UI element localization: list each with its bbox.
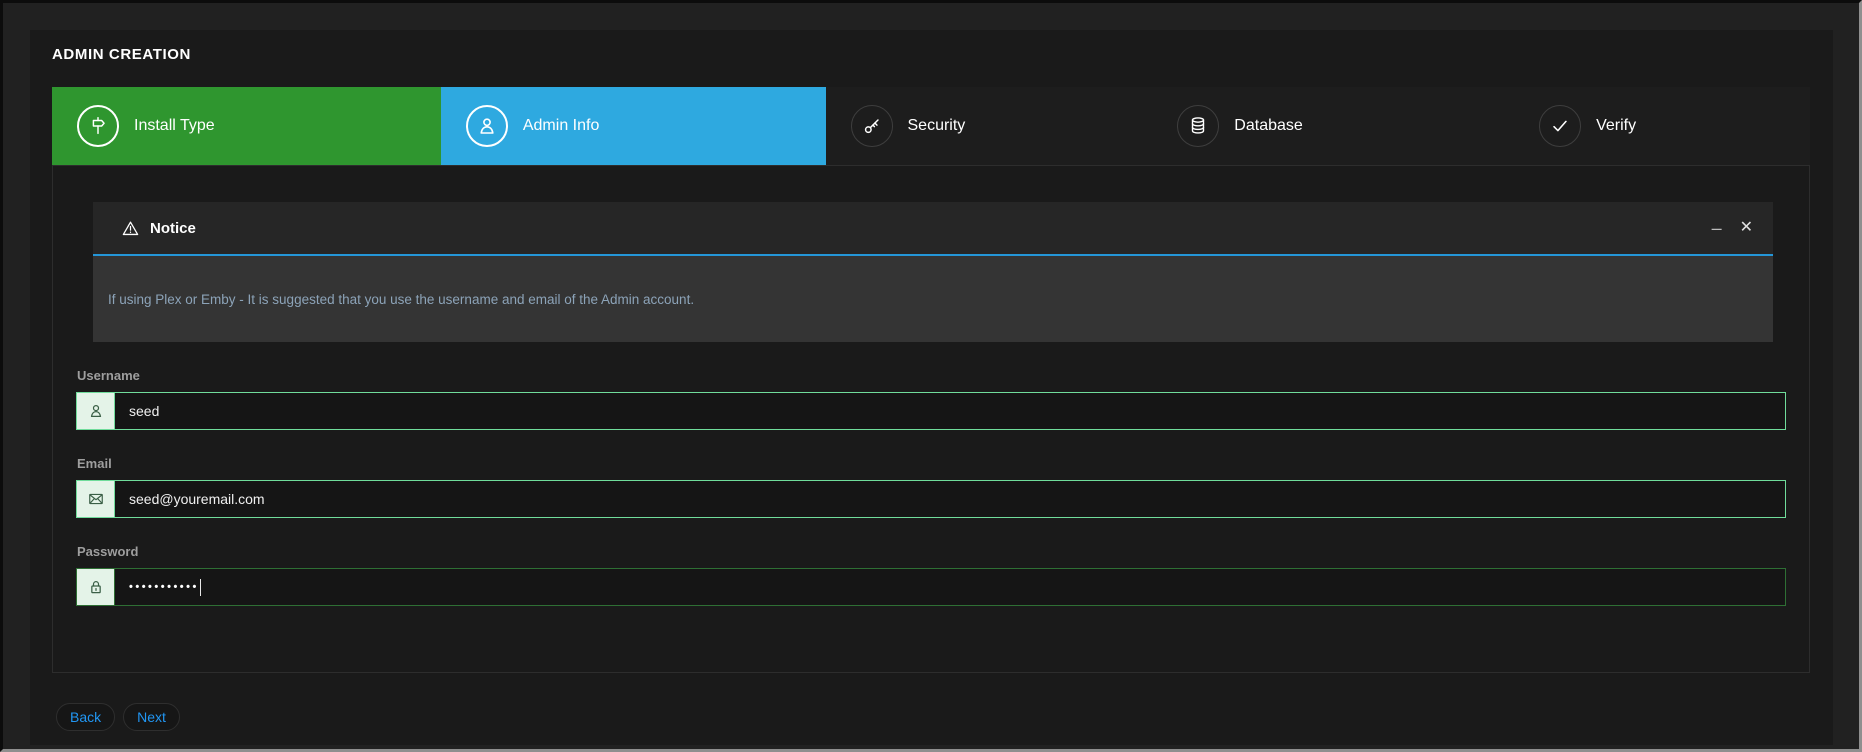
tab-install-type[interactable]: Install Type — [52, 87, 441, 165]
tab-admin-info[interactable]: Admin Info — [441, 87, 826, 165]
notice-box: Notice – ✕ If using Plex or Emby - It is… — [93, 202, 1773, 342]
password-field: Password ••••••••••• — [76, 544, 1786, 606]
notice-header: Notice – ✕ — [93, 202, 1773, 256]
password-masked-value: ••••••••••• — [129, 581, 199, 593]
user-icon — [466, 105, 508, 147]
close-icon[interactable]: ✕ — [1740, 220, 1753, 236]
lock-icon — [77, 569, 115, 605]
back-button[interactable]: Back — [56, 703, 115, 731]
password-label: Password — [77, 544, 1786, 559]
tab-label: Admin Info — [523, 117, 599, 135]
notice-text: If using Plex or Emby - It is suggested … — [108, 292, 694, 307]
tab-database[interactable]: Database — [1152, 87, 1514, 165]
page-title: ADMIN CREATION — [52, 46, 1810, 63]
text-caret — [200, 579, 201, 596]
wizard-nav: Back Next — [56, 703, 1810, 731]
tab-label: Install Type — [134, 117, 215, 135]
username-label: Username — [77, 368, 1786, 383]
notice-title: Notice — [150, 220, 196, 237]
database-icon — [1177, 105, 1219, 147]
warning-icon — [121, 219, 140, 238]
password-input[interactable]: ••••••••••• — [115, 569, 1785, 605]
admin-creation-card: ADMIN CREATION Install Type — [30, 30, 1833, 745]
setup-wizard-window: ADMIN CREATION Install Type — [0, 0, 1862, 752]
check-icon — [1539, 105, 1581, 147]
username-field: Username — [76, 368, 1786, 430]
password-input-group: ••••••••••• — [76, 568, 1786, 606]
email-field: Email — [76, 456, 1786, 518]
tab-label: Database — [1234, 117, 1303, 135]
minimize-icon[interactable]: – — [1712, 219, 1722, 237]
wizard-steps: Install Type Admin Info — [52, 87, 1810, 165]
key-icon — [851, 105, 893, 147]
tab-label: Security — [908, 117, 966, 135]
email-label: Email — [77, 456, 1786, 471]
user-icon — [77, 393, 115, 429]
email-input[interactable] — [115, 481, 1785, 517]
tab-verify[interactable]: Verify — [1514, 87, 1810, 165]
next-button[interactable]: Next — [123, 703, 180, 731]
tab-label: Verify — [1596, 117, 1636, 135]
admin-info-panel: Notice – ✕ If using Plex or Emby - It is… — [52, 165, 1810, 673]
tab-security[interactable]: Security — [826, 87, 1153, 165]
notice-body: If using Plex or Emby - It is suggested … — [93, 256, 1773, 342]
username-input[interactable] — [115, 393, 1785, 429]
envelope-icon — [77, 481, 115, 517]
email-input-group — [76, 480, 1786, 518]
signpost-icon — [77, 105, 119, 147]
username-input-group — [76, 392, 1786, 430]
